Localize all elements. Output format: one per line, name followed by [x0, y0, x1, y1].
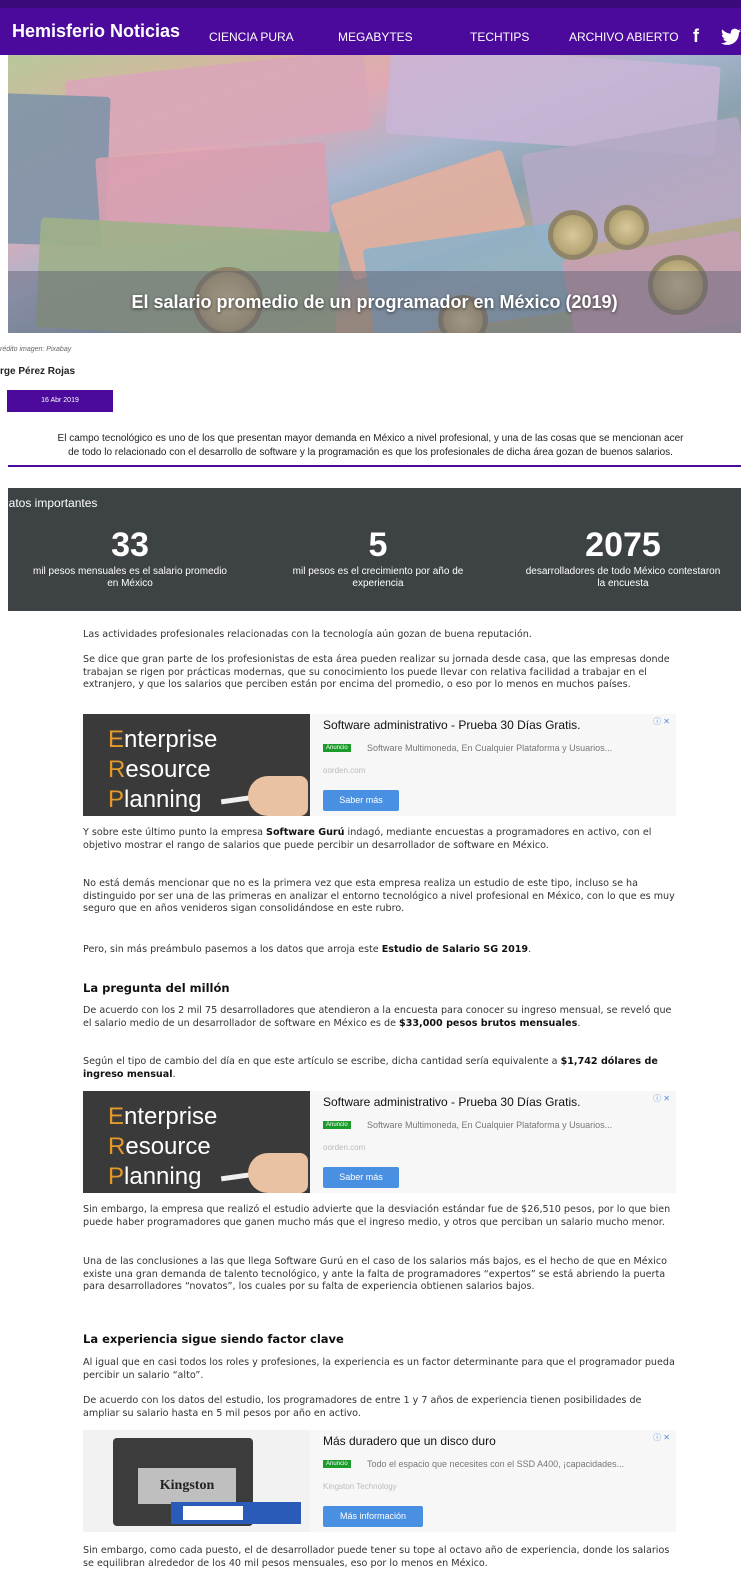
divider — [8, 465, 741, 467]
paragraph: Las actividades profesionales relacionad… — [83, 629, 532, 640]
ad-choices-icon[interactable]: ⓘ ✕ — [653, 1432, 670, 1443]
ad-cta-button[interactable]: Saber más — [323, 1167, 399, 1188]
stat-item: 5 mil pesos es el crecimiento por año de… — [258, 526, 498, 590]
ad-description: Software Multimoneda, En Cualquier Plata… — [367, 1120, 613, 1130]
paragraph: Según el tipo de cambio del día en que e… — [83, 1056, 658, 1080]
article-intro: El campo tecnológico es uno de los que p… — [0, 432, 741, 460]
ad-image-text: Resource — [108, 1133, 211, 1160]
paragraph: Pero, sin más preámbulo pasemos a los da… — [83, 944, 532, 955]
ad-image[interactable]: Kingston — [83, 1430, 310, 1532]
site-logo[interactable]: Hemisferio Noticias — [12, 21, 192, 42]
ad-banner[interactable]: Kingston Más duradero que un disco duro … — [83, 1430, 676, 1532]
ad-image-text: Enterprise — [108, 726, 218, 753]
stat-label: desarrolladores de todo México contestar… — [525, 566, 721, 589]
date-badge: 16 Abr 2019 — [7, 390, 113, 412]
ad-description: Todo el espacio que necesites con el SSD… — [367, 1459, 625, 1469]
ad-title[interactable]: Software administrativo - Prueba 30 Días… — [323, 1095, 580, 1109]
stat-label: mil pesos es el crecimiento por año de e… — [292, 566, 464, 589]
paragraph: Sin embargo, como cada puesto, el de des… — [83, 1545, 670, 1569]
stat-value: 5 — [368, 526, 388, 564]
ad-choices-icon[interactable]: ⓘ ✕ — [653, 1093, 670, 1104]
stat-item: 33 mil pesos mensuales es el salario pro… — [10, 526, 250, 590]
intro-line-2: de todo lo relacionado con el desarrollo… — [68, 447, 673, 458]
paragraph: Sin embargo, la empresa que realizó el e… — [83, 1204, 671, 1228]
image-credit: rédito imagen: Pixabay — [0, 346, 72, 353]
m2-label — [183, 1506, 243, 1520]
hand-image — [248, 1153, 308, 1193]
key-stats-panel: Datos importantes 33 mil pesos mensuales… — [0, 488, 741, 611]
top-nav: Hemisferio Noticias CIENCIA PURA MEGABYT… — [0, 0, 741, 55]
ad-description: Software Multimoneda, En Cualquier Plata… — [367, 743, 613, 753]
ad-image-text: Enterprise — [108, 1103, 218, 1130]
ad-choices-icon[interactable]: ⓘ ✕ — [653, 716, 670, 727]
section-heading: La pregunta del millón — [83, 981, 230, 995]
stat-label: mil pesos mensuales es el salario promed… — [33, 566, 227, 589]
intro-line-1: El campo tecnológico es uno de los que p… — [57, 433, 684, 444]
ad-badge: Anuncio — [323, 1121, 351, 1129]
twitter-icon[interactable] — [721, 26, 741, 47]
ad-title[interactable]: Software administrativo - Prueba 30 Días… — [323, 718, 580, 732]
stat-item: 2075 desarrolladores de todo México cont… — [503, 526, 741, 590]
ad-image-text: Planning — [108, 1163, 202, 1190]
paragraph: Se dice que gran parte de los profesioni… — [83, 654, 670, 691]
kingston-logo: Kingston — [138, 1468, 236, 1504]
author-name[interactable]: rge Pérez Rojas — [0, 366, 75, 377]
ad-image[interactable]: Enterprise Resource Planning — [83, 1091, 310, 1193]
ad-cta-button[interactable]: Saber más — [323, 790, 399, 811]
ad-banner[interactable]: Enterprise Resource Planning Software ad… — [83, 1091, 676, 1193]
ad-badge: Anuncio — [323, 744, 351, 752]
nav-link-archivo-abierto[interactable]: ARCHIVO ABIERTO — [569, 30, 679, 44]
nav-link-megabytes[interactable]: MEGABYTES — [338, 30, 413, 44]
ad-image[interactable]: Enterprise Resource Planning — [83, 714, 310, 816]
paragraph: Al igual que en casi todos los roles y p… — [83, 1357, 675, 1381]
stat-value: 2075 — [585, 526, 661, 564]
paragraph: De acuerdo con los 2 mil 75 desarrollado… — [83, 1005, 672, 1029]
ad-title[interactable]: Más duradero que un disco duro — [323, 1434, 496, 1448]
hand-image — [248, 776, 308, 816]
ad-image-text: Resource — [108, 756, 211, 783]
stat-value: 33 — [111, 526, 149, 564]
article-title: El salario promedio de un programador en… — [131, 292, 618, 312]
paragraph: No está demás mencionar que no es la pri… — [83, 878, 675, 915]
ad-image-text: Planning — [108, 786, 202, 813]
nav-link-techtips[interactable]: TECHTIPS — [470, 30, 529, 44]
ad-banner[interactable]: Enterprise Resource Planning Software ad… — [83, 714, 676, 816]
paragraph: Y sobre este último punto la empresa Sof… — [83, 827, 652, 851]
nav-link-ciencia-pura[interactable]: CIENCIA PURA — [209, 30, 294, 44]
ad-cta-button[interactable]: Más información — [323, 1506, 423, 1527]
paragraph: Una de las conclusiones a las que llega … — [83, 1256, 667, 1293]
ad-domain[interactable]: oorden.com — [323, 1143, 365, 1152]
section-heading: La experiencia sigue siendo factor clave — [83, 1332, 344, 1346]
paragraph: De acuerdo con los datos del estudio, lo… — [83, 1395, 642, 1419]
ad-domain[interactable]: Kingston Technology — [323, 1482, 397, 1491]
ad-badge: Anuncio — [323, 1460, 351, 1468]
ad-domain[interactable]: oorden.com — [323, 766, 365, 775]
facebook-icon[interactable]: f — [693, 26, 699, 47]
stats-title: Datos importantes — [0, 496, 98, 510]
